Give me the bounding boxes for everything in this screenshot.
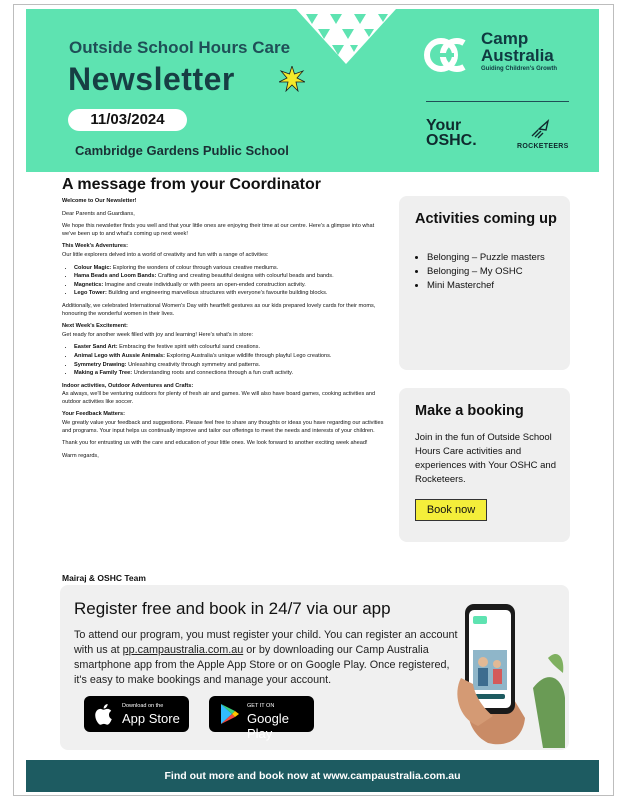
- app-store-small-label: Download on the: [122, 703, 164, 709]
- booking-text: Join in the fun of Outside School Hours …: [415, 432, 556, 485]
- list-item: Magnetics: Imagine and create individual…: [74, 282, 387, 290]
- register-title: Register free and book in 24/7 via our a…: [74, 599, 391, 618]
- week-intro: Our little explorers delved into a world…: [62, 251, 269, 258]
- welcome-line: Welcome to Our Newsletter!: [62, 198, 137, 204]
- newsletter-date: 11/03/2024: [68, 109, 187, 131]
- activities-card: Activities coming up Belonging – Puzzle …: [399, 196, 570, 370]
- register-card: Register free and book in 24/7 via our a…: [60, 585, 569, 750]
- brand-tagline: Guiding Children's Growth: [481, 66, 558, 72]
- feedback-paragraph: We greatly value your feedback and sugge…: [62, 420, 384, 434]
- brand-name: Camp Australia: [481, 29, 554, 65]
- triangle-pattern-icon: [296, 9, 396, 64]
- newsletter-header: Outside School Hours Care Newsletter 11/…: [26, 9, 599, 172]
- list-item: Animal Lego with Aussie Animals: Explori…: [74, 353, 387, 361]
- closing-line: Warm regards,: [62, 452, 99, 459]
- next-week-list: Easter Sand Art: Embracing the festive s…: [62, 344, 387, 377]
- greeting: Dear Parents and Guardians,: [62, 210, 135, 217]
- list-item: Making a Family Tree: Understanding root…: [74, 370, 387, 378]
- camp-australia-logo-icon: [424, 38, 466, 72]
- rocketeers-logo: ROCKETEERS: [517, 143, 569, 150]
- app-store-label: App Store: [122, 711, 180, 726]
- book-now-button[interactable]: Book now: [415, 499, 487, 521]
- your-oshc-logo: Your OSHC.: [426, 117, 477, 149]
- list-item: Easter Sand Art: Embracing the festive s…: [74, 344, 387, 352]
- header-divider: [426, 101, 569, 102]
- newsletter-title: Newsletter: [68, 61, 235, 97]
- google-play-button[interactable]: GET IT ON Google Play: [209, 696, 314, 741]
- booking-card: Make a booking Join in the fun of Outsid…: [399, 388, 570, 542]
- womens-day-paragraph: Additionally, we celebrated Internationa…: [62, 302, 376, 317]
- coordinator-letter: Welcome to Our Newsletter! Dear Parents …: [62, 198, 387, 465]
- google-play-label: Google Play: [247, 711, 289, 741]
- booking-title: Make a booking: [415, 403, 524, 419]
- intro-paragraph: We hope this newsletter finds you well a…: [62, 223, 375, 237]
- app-store-button[interactable]: Download on the App Store: [84, 696, 189, 732]
- footer-banner[interactable]: Find out more and book now at www.campau…: [26, 760, 599, 792]
- thanks-paragraph: Thank you for entrusting us with the car…: [62, 440, 368, 447]
- week-heading: This Week's Adventures:: [62, 243, 128, 250]
- newsletter-subtitle: Outside School Hours Care: [69, 38, 291, 57]
- phone-in-hand-illustration: [457, 604, 565, 748]
- register-text: To attend our program, you must register…: [74, 629, 458, 686]
- list-item: Symmetry Drawing: Unleashing creativity …: [74, 362, 387, 370]
- signature: Mairaj & OSHC Team: [62, 573, 146, 583]
- list-item: Belonging – My OSHC: [427, 265, 572, 279]
- sparkle-star-icon: [279, 66, 305, 92]
- google-play-small-label: GET IT ON: [247, 703, 275, 709]
- week-activities-list: Colour Magic: Exploring the wonders of c…: [62, 265, 387, 298]
- list-item: Colour Magic: Exploring the wonders of c…: [74, 265, 387, 273]
- next-week-intro: Get ready for another week filled with j…: [62, 331, 254, 338]
- activities-title: Activities coming up: [415, 211, 557, 227]
- next-week-heading: Next Week's Excitement:: [62, 323, 128, 330]
- feedback-heading: Your Feedback Matters:: [62, 411, 125, 418]
- google-play-icon: [221, 704, 239, 724]
- apple-icon: [95, 704, 112, 725]
- list-item: Belonging – Puzzle masters: [427, 251, 572, 265]
- list-item: Lego Tower: Building and engineering mar…: [74, 290, 387, 298]
- list-item: Hama Beads and Loom Bands: Crafting and …: [74, 273, 387, 281]
- rocket-icon: [531, 119, 550, 139]
- activities-list: Belonging – Puzzle masters Belonging – M…: [413, 251, 572, 293]
- list-item: Mini Masterchef: [427, 279, 572, 293]
- indoor-heading: Indoor activities, Outdoor Adventures an…: [62, 382, 194, 389]
- register-link[interactable]: pp.campaustralia.com.au: [123, 644, 244, 656]
- school-name: Cambridge Gardens Public School: [75, 143, 289, 158]
- indoor-paragraph: As always, we'll be venturing outdoors f…: [62, 391, 376, 405]
- coordinator-heading: A message from your Coordinator: [62, 176, 322, 193]
